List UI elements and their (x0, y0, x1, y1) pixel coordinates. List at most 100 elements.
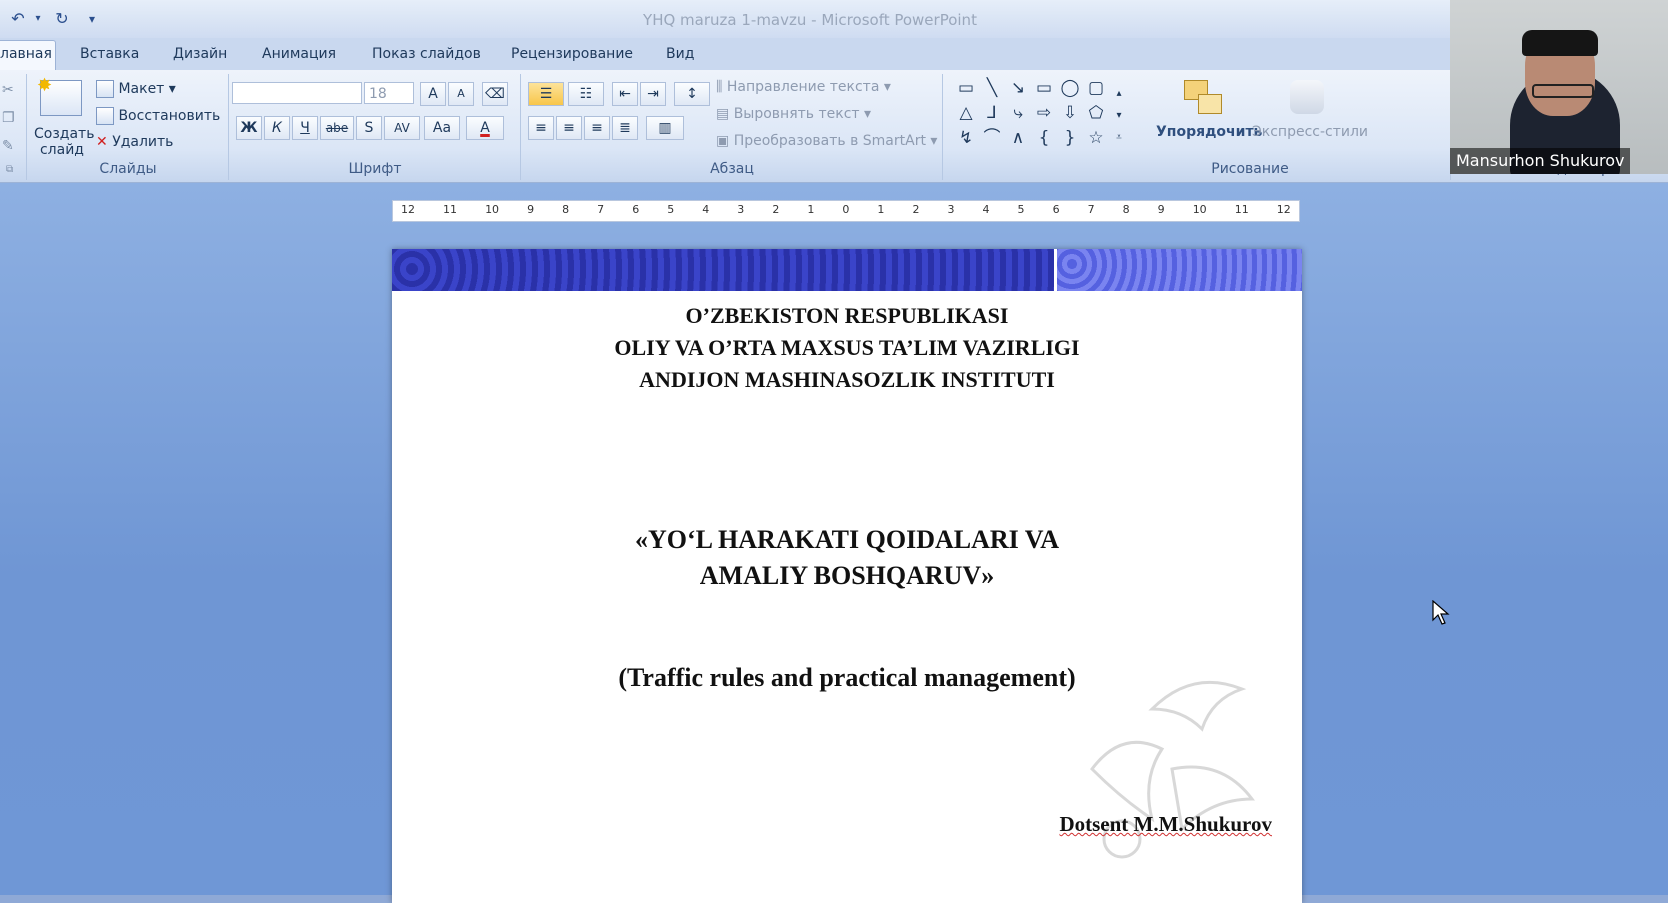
grow-font-button[interactable]: A (420, 82, 446, 106)
increase-indent-button[interactable]: ⇥ (640, 82, 666, 106)
triangle-shape-icon[interactable]: △ (956, 103, 976, 123)
font-name-combo[interactable] (232, 82, 362, 104)
align-text-button[interactable]: ▤ Выровнять текст ▾ (716, 106, 871, 122)
delete-label: Удалить (112, 134, 174, 150)
oval-shape-icon[interactable]: ◯ (1060, 78, 1080, 98)
scroll-down-icon[interactable]: ▾ (1112, 106, 1126, 126)
arrange-icon[interactable] (1184, 80, 1222, 118)
drawing-group-label: Рисование (1211, 161, 1289, 177)
reset-icon (96, 107, 114, 125)
line-spacing-button[interactable]: ↕ (674, 82, 710, 106)
text-box-shape-icon[interactable]: ▭ (956, 78, 976, 98)
ruler-tick: 11 (443, 203, 458, 216)
bold-button[interactable]: Ж (236, 116, 262, 140)
down-arrow-shape-icon[interactable]: ⇩ (1060, 103, 1080, 123)
quick-styles-icon[interactable] (1290, 80, 1324, 114)
align-center-button[interactable]: ≡ (556, 116, 582, 140)
tab-animation[interactable]: Анимация (262, 46, 336, 62)
strikethrough-button[interactable]: abe (320, 116, 354, 140)
line-shape-icon[interactable]: ╲ (982, 78, 1002, 98)
ruler-tick: 4 (702, 203, 710, 216)
right-arrow-shape-icon[interactable]: ⇨ (1034, 103, 1054, 123)
ruler-tick: 5 (667, 203, 675, 216)
format-painter-icon[interactable]: ✎ (2, 138, 14, 154)
ruler-tick: 10 (1192, 203, 1207, 216)
ruler-tick: 0 (842, 203, 850, 216)
delete-button[interactable]: ✕ Удалить (96, 134, 173, 150)
change-case-button[interactable]: Aa (424, 116, 460, 140)
copy-icon[interactable]: ❐ (2, 110, 15, 126)
align-left-button[interactable]: ≡ (528, 116, 554, 140)
right-brace-shape-icon[interactable]: } (1060, 128, 1080, 148)
char-spacing-button[interactable]: AV (384, 116, 420, 140)
ruler-tick: 8 (562, 203, 570, 216)
mouse-cursor-icon (1432, 600, 1450, 625)
rounded-rect-shape-icon[interactable]: ▢ (1086, 78, 1106, 98)
star-icon: ✸ (37, 75, 53, 96)
align-right-button[interactable]: ≡ (584, 116, 610, 140)
tab-slideshow[interactable]: Показ слайдов (372, 46, 481, 62)
freeform-shape-icon[interactable]: ⬠ (1086, 103, 1106, 123)
shadow-button[interactable]: S (356, 116, 382, 140)
more-shapes-icon[interactable]: ⩡ (1112, 128, 1126, 148)
left-brace-shape-icon[interactable]: { (1034, 128, 1054, 148)
person-cap (1522, 30, 1598, 56)
arrange-front-square (1198, 94, 1222, 114)
ruler-tick: 6 (1052, 203, 1060, 216)
tab-insert[interactable]: Вставка (80, 46, 139, 62)
dialog-launcher-icon[interactable]: ⧉ (6, 164, 13, 175)
elbow-connector-icon[interactable]: ⅃ (982, 103, 1002, 123)
title-line-2: AMALIY BOSHQARUV» (699, 561, 995, 590)
participant-name: Mansurhon Shukurov (1450, 148, 1630, 174)
tab-view[interactable]: Вид (666, 46, 694, 62)
tab-home-label[interactable]: лавная (0, 46, 52, 62)
star-shape-icon[interactable]: ☆ (1086, 128, 1106, 148)
layout-button[interactable]: Макет ▾ (96, 80, 176, 98)
reset-button[interactable]: Восстановить (96, 107, 220, 125)
font-group-label: Шрифт (348, 161, 402, 177)
clear-format-icon[interactable]: ⌫ (482, 82, 508, 106)
slide-banner-accent (1054, 249, 1302, 291)
decrease-indent-button[interactable]: ⇤ (612, 82, 638, 106)
ruler-tick: 5 (1017, 203, 1025, 216)
slides-group-label: Слайды (99, 161, 157, 177)
curve-shape-icon[interactable]: ∧ (1008, 128, 1028, 148)
ruler-tick: 12 (1276, 203, 1291, 216)
columns-button[interactable]: ▥ (646, 116, 684, 140)
arc-shape-icon[interactable]: ⌒ (982, 128, 1002, 148)
italic-button[interactable]: К (264, 116, 290, 140)
underline-button[interactable]: Ч (292, 116, 318, 140)
bullets-button[interactable]: ☰ (528, 82, 564, 106)
cut-icon[interactable]: ✂ (2, 82, 14, 98)
layout-icon (96, 80, 114, 98)
ruler-tick: 3 (947, 203, 955, 216)
arrow-line-shape-icon[interactable]: ↘ (1008, 78, 1028, 98)
shrink-font-button[interactable]: A (448, 82, 474, 106)
slide-canvas[interactable]: O’ZBEKISTON RESPUBLIKASI OLIY VA O’RTA M… (392, 249, 1302, 903)
elbow-arrow-connector-icon[interactable]: ⤷ (1008, 103, 1028, 123)
heading-line-2: OLIY VA O’RTA MAXSUS TA’LIM VAZIRLIGI (614, 335, 1080, 360)
layout-label: Макет (118, 81, 165, 97)
tab-review[interactable]: Рецензирование (511, 46, 633, 62)
text-direction-button[interactable]: ⫼ Направление текста ▾ (716, 79, 891, 95)
arrange-button[interactable]: Упорядочить (1156, 124, 1262, 140)
convert-smartart-button[interactable]: ▣ Преобразовать в SmartArt ▾ (716, 133, 937, 149)
lightning-shape-icon[interactable]: ↯ (956, 128, 976, 148)
scroll-up-icon[interactable]: ▴ (1112, 84, 1126, 104)
tab-design[interactable]: Дизайн (173, 46, 227, 62)
new-slide-icon[interactable]: ✸ (37, 75, 82, 116)
reset-label: Восстановить (118, 108, 221, 124)
font-color-button[interactable]: A (466, 116, 504, 140)
quick-styles-button[interactable]: Экспресс-стили (1252, 124, 1368, 140)
title-line-1: «YO‘L HARAKATI QOIDALARI VA (634, 525, 1059, 554)
numbering-button[interactable]: ☷ (568, 82, 604, 106)
rectangle-shape-icon[interactable]: ▭ (1034, 78, 1054, 98)
text-direction-icon: ⫼ (716, 79, 723, 95)
font-size-combo[interactable]: 18 (364, 82, 414, 104)
justify-button[interactable]: ≣ (612, 116, 638, 140)
new-slide-button[interactable]: Создать слайд (34, 126, 94, 158)
ruler-tick: 9 (527, 203, 535, 216)
ruler-tick: 2 (912, 203, 920, 216)
bird-watermark (1090, 680, 1256, 859)
ruler-tick: 4 (982, 203, 990, 216)
